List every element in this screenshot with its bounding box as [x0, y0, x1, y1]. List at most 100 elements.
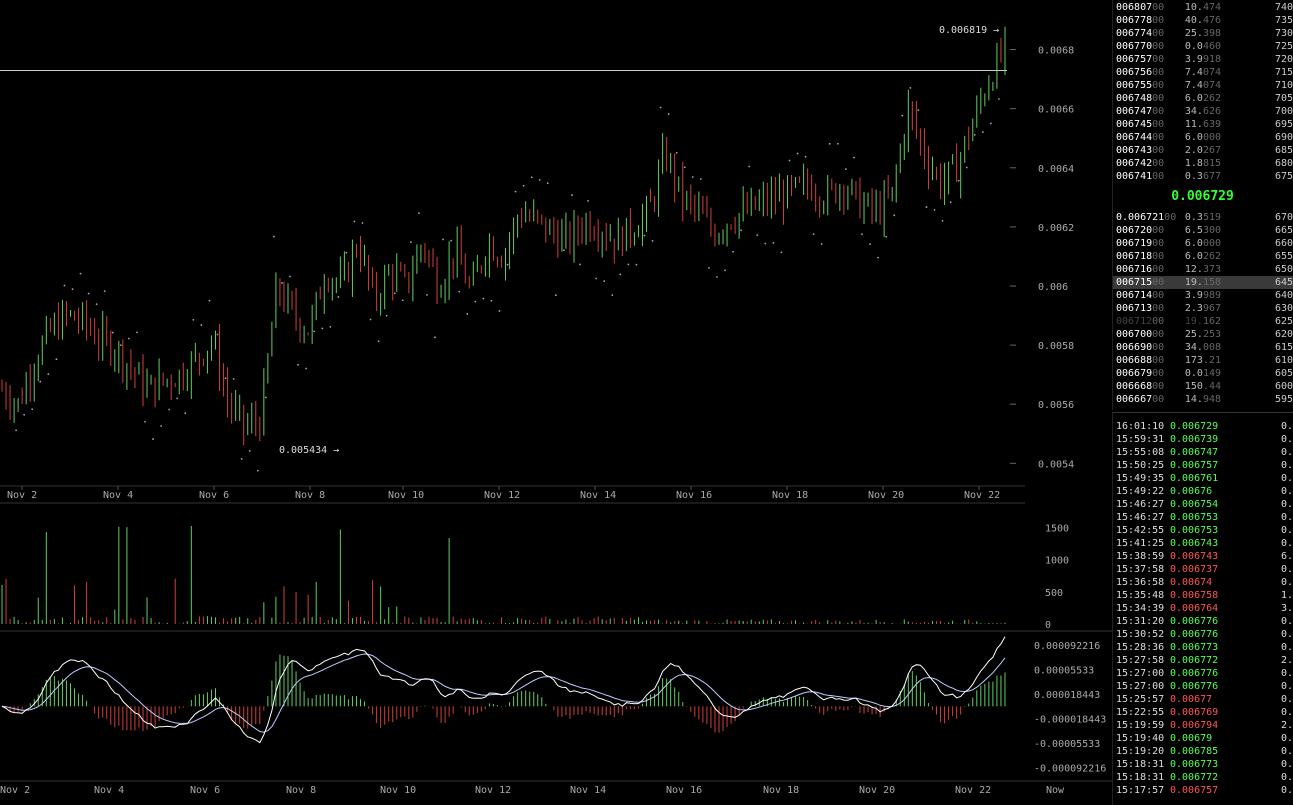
bid-row[interactable]: 00666800 150.44 600 — [1113, 380, 1293, 393]
x-tick-label: Nov 2 — [0, 785, 30, 796]
sar-dot — [216, 333, 219, 336]
ask-sum: 715 — [1274, 67, 1293, 78]
sar-dot — [957, 179, 960, 182]
trade-row: 15:35:48 0.006758 1. — [1113, 589, 1293, 602]
trade-time: 15:46:27 — [1116, 499, 1165, 510]
sar-dot — [635, 263, 638, 266]
bid-row[interactable]: 00670000 25.253 620 — [1113, 328, 1293, 341]
sar-dot — [127, 337, 130, 340]
bid-row[interactable]: 00671800 6.0262 655 — [1113, 250, 1293, 263]
volume-tick-label: 1000 — [1045, 556, 1069, 567]
trade-time: 15:41:25 — [1116, 538, 1165, 549]
chart-area[interactable]: 0.0068 0.0066 0.0064 0.0062 0.006 0.0058 0.005… — [0, 0, 1112, 804]
ask-size: 11.639 — [1171, 118, 1221, 131]
sar-dot — [941, 219, 944, 222]
ask-row[interactable]: 00674300 2.0267 685 — [1113, 144, 1293, 157]
bid-price-main: 006700 — [1116, 329, 1153, 340]
ask-row[interactable]: 00677800 40.476 735 — [1113, 14, 1293, 27]
trade-row: 15:38:59 0.006743 6. — [1113, 550, 1293, 563]
bid-price-trail: 00 — [1152, 264, 1165, 275]
trade-price: 0.006754 — [1170, 499, 1219, 510]
ask-price-main: 006745 — [1116, 119, 1153, 130]
ask-sum: 685 — [1274, 145, 1293, 156]
ask-price-main: 006744 — [1116, 132, 1153, 143]
trade-size: 0. — [1281, 785, 1293, 796]
bid-price-main: 006718 — [1116, 251, 1153, 262]
sar-dot — [297, 363, 299, 366]
ask-size: 2.0267 — [1171, 144, 1221, 157]
sar-dot — [401, 299, 404, 302]
trade-price: 0.006772 — [1170, 655, 1219, 666]
bid-size-trail: 373 — [1202, 264, 1221, 275]
sar-dot — [764, 242, 767, 245]
macd-tick-label: 0.000092216 — [1034, 641, 1100, 652]
bid-row[interactable]: 00667900 0.0149 605 — [1113, 367, 1293, 380]
bid-row[interactable]: 00669000 34.008 615 — [1113, 341, 1293, 354]
ask-row[interactable]: 00675500 7.4074 710 — [1113, 79, 1293, 92]
ask-row[interactable]: 00674800 6.0262 705 — [1113, 92, 1293, 105]
trade-price: 0.006773 — [1170, 759, 1219, 770]
bid-size-trail: 008 — [1202, 342, 1221, 353]
trade-size: 2. — [1281, 655, 1293, 666]
bid-row[interactable]: 00671400 3.9989 640 — [1113, 289, 1293, 302]
ask-row[interactable]: 00674400 6.0000 690 — [1113, 131, 1293, 144]
sar-dot — [804, 155, 807, 158]
bid-sum: 660 — [1274, 238, 1293, 249]
x-tick-label: Nov 18 — [772, 490, 808, 501]
bid-row[interactable]: 00671600 12.373 650 — [1113, 263, 1293, 276]
trade-row: 15:50:25 0.006757 0. — [1113, 459, 1293, 472]
sar-dot — [933, 208, 936, 211]
bid-row[interactable]: 00671500 19.158 645 — [1113, 276, 1293, 289]
trade-row: 15:55:08 0.006747 0. — [1113, 446, 1293, 459]
sar-dot — [442, 238, 444, 241]
trade-price: 0.006753 — [1170, 512, 1219, 523]
ask-sum: 730 — [1274, 28, 1293, 39]
ask-price-main: 006747 — [1116, 106, 1153, 117]
sar-dot — [224, 377, 227, 380]
ask-row[interactable]: 00675700 3.9918 720 — [1113, 53, 1293, 66]
ask-row[interactable]: 00674500 11.639 695 — [1113, 118, 1293, 131]
bid-row[interactable]: 00671200 19.162 625 — [1113, 315, 1293, 328]
trade-time: 15:49:35 — [1116, 473, 1165, 484]
ask-size-trail: 000 — [1202, 132, 1221, 143]
ask-row[interactable]: 00674700 34.626 700 — [1113, 105, 1293, 118]
sar-dot — [595, 277, 598, 280]
trade-row: 16:01:10 0.006729 0. — [1113, 420, 1293, 433]
ask-price-trail: 00 — [1152, 132, 1165, 143]
bid-row[interactable]: 00672000 6.5300 665 — [1113, 224, 1293, 237]
bid-row[interactable]: 00668800 173.21 610 — [1113, 354, 1293, 367]
ask-row[interactable]: 00677000 0.0460 725 — [1113, 40, 1293, 53]
sar-dot — [546, 182, 549, 185]
trade-size: 0. — [1281, 473, 1293, 484]
ask-row[interactable]: 00674200 1.8815 680 — [1113, 157, 1293, 170]
bid-size: 0.0149 — [1171, 367, 1221, 380]
bid-size-main: 19. — [1184, 277, 1203, 288]
trade-size: 0. — [1281, 564, 1293, 575]
ask-row[interactable]: 00677400 25.398 730 — [1113, 27, 1293, 40]
ask-row[interactable]: 00674100 0.3677 675 — [1113, 170, 1293, 183]
trade-row: 15:49:35 0.006761 0. — [1113, 472, 1293, 485]
trade-price: 0.006753 — [1170, 525, 1219, 536]
ask-price-trail: 00 — [1152, 15, 1165, 26]
ask-row[interactable]: 00680700 10.474 740 — [1113, 1, 1293, 14]
x-tick-label: Nov 22 — [955, 785, 991, 796]
trade-size: 0. — [1281, 486, 1293, 497]
bid-row[interactable]: 00671900 6.0000 660 — [1113, 237, 1293, 250]
sar-dot — [627, 263, 630, 266]
x-tick-label: Nov 18 — [763, 785, 799, 796]
bid-row[interactable]: 0.00672100 0.3519 670 — [1113, 211, 1293, 224]
ask-size-main: 1.8 — [1184, 158, 1203, 169]
trade-price: 0.006757 — [1170, 460, 1219, 471]
trade-size: 0. — [1281, 525, 1293, 536]
ask-price-main: 006741 — [1116, 171, 1153, 182]
bid-row[interactable]: 00671300 2.3967 630 — [1113, 302, 1293, 315]
sar-dot — [732, 250, 734, 253]
ask-row[interactable]: 00675600 7.4074 715 — [1113, 66, 1293, 79]
ask-sum: 695 — [1274, 119, 1293, 130]
macd-tick-label: 0.000018443 — [1034, 690, 1100, 701]
ask-price-trail: 00 — [1152, 2, 1165, 13]
bid-row[interactable]: 00666700 14.948 595 — [1113, 393, 1293, 406]
sar-dot — [724, 269, 726, 272]
sar-dot — [87, 292, 90, 295]
ask-size-main: 6.0 — [1184, 132, 1203, 143]
